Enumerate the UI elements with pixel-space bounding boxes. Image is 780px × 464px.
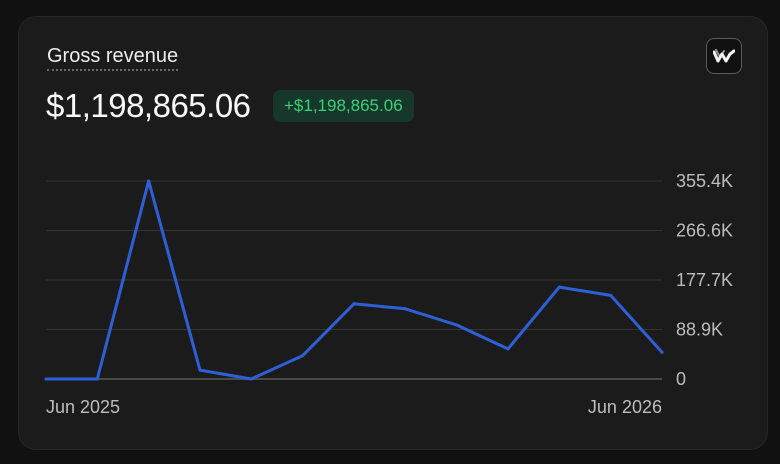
revenue-line-chart: 0 88.9K 177.7K 266.6K 355.4K Jun 2025 Jun 20… [44,171,733,417]
data-point [44,377,48,381]
x-axis-end-label: Jun 2026 [588,397,662,417]
data-point [609,293,613,297]
data-point [352,302,356,306]
data-point [95,377,99,381]
y-tick-label: 88.9K [676,319,723,339]
data-point [660,350,664,354]
y-tick-label: 0 [676,369,686,389]
data-point [249,377,253,381]
data-point [301,354,305,358]
y-tick-label: 177.7K [676,270,733,290]
x-axis-start-label: Jun 2025 [46,397,120,417]
data-point [506,347,510,351]
y-axis-ticks: 0 88.9K 177.7K 266.6K 355.4K [676,171,733,389]
data-point [403,307,407,311]
data-point [198,368,202,372]
data-point [147,179,151,183]
y-tick-label: 266.6K [676,220,733,240]
y-tick-label: 355.4K [676,171,733,191]
grid-lines [46,180,662,380]
data-point [455,323,459,327]
data-point [557,285,561,289]
